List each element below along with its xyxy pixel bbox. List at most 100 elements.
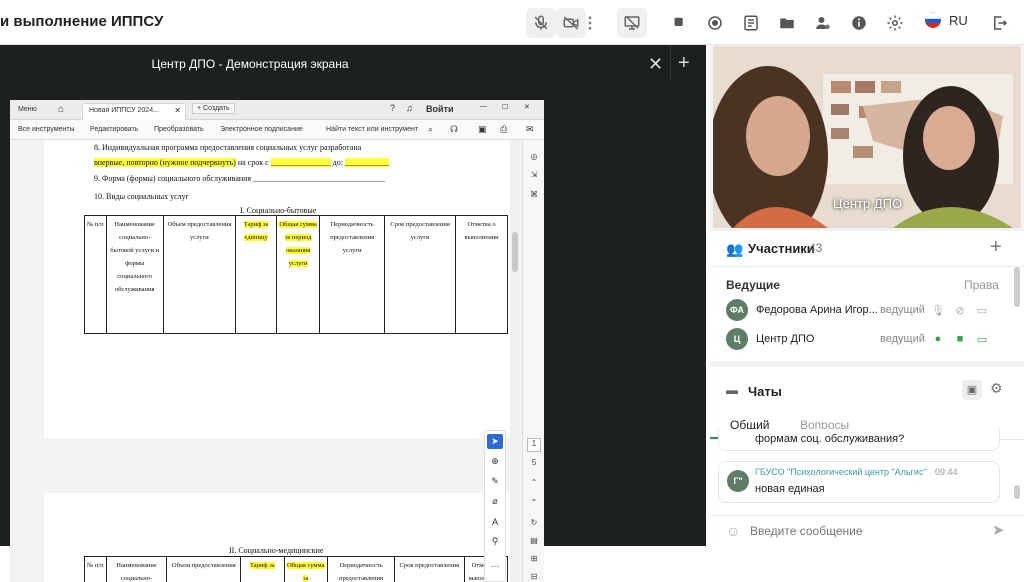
scroll-thumb[interactable] — [512, 232, 518, 272]
table-header-cell: Тариф за единицу — [236, 216, 277, 334]
item-8-term: на срок с — [236, 158, 271, 167]
table-header-cell: Наименование социально-бытовой услуги и … — [106, 216, 163, 334]
table-header-text: Тариф за — [250, 562, 275, 569]
pdf-titlebar: Меню ⌂ Новая ИППСУ 2024... ✕ + Создать ?… — [10, 100, 544, 120]
minimize-icon[interactable]: — — [480, 103, 487, 110]
participant-row[interactable]: Ц Центр ДПО ведущий ● ■ ▭ — [726, 328, 990, 350]
chat-message: Г" ГБУСО "Психологический центр "Альгис"… — [718, 461, 1000, 503]
stamp-icon[interactable]: ⚲ — [487, 534, 503, 549]
camera-on-icon[interactable]: ■ — [952, 331, 968, 347]
screen-share-off-icon — [623, 14, 641, 32]
files-button[interactable] — [772, 8, 802, 38]
language-label: RU — [949, 13, 968, 28]
rotate-icon[interactable]: ↻ — [527, 518, 541, 530]
headphones-icon[interactable]: ☊ — [450, 124, 458, 135]
table-header-cell: Наименование социально- — [106, 557, 167, 582]
tool-edit[interactable]: Редактировать — [90, 126, 138, 133]
menu-label[interactable]: Меню — [18, 106, 37, 113]
export-icon[interactable]: ⇲ — [527, 170, 541, 182]
search-icon[interactable]: ⌕ — [428, 124, 433, 135]
window-close-icon[interactable]: ✕ — [524, 103, 530, 111]
more-button[interactable] — [580, 8, 600, 38]
mail-icon[interactable]: ✉ — [526, 124, 534, 135]
table-header-cell: Срок предоставления — [395, 557, 464, 582]
tab-title: Новая ИППСУ 2024... — [89, 107, 159, 114]
mic-on-icon[interactable]: ● — [930, 331, 946, 347]
notes-icon — [742, 14, 760, 32]
pen-icon[interactable]: ✎ — [487, 474, 503, 489]
exit-button[interactable] — [985, 8, 1015, 38]
info-icon — [850, 14, 868, 32]
comment-icon[interactable]: ⊕ — [487, 454, 503, 469]
item-8-line1: 8. Индивидуальная программа предоставлен… — [94, 143, 361, 152]
item-8-end-blank: ___________ — [345, 158, 389, 167]
screen-on-icon[interactable]: ▭ — [974, 331, 990, 347]
text-icon[interactable]: A — [487, 514, 503, 529]
notes-button[interactable] — [736, 8, 766, 38]
page-down-icon[interactable]: ⌄ — [527, 494, 541, 506]
message-text: новая единая — [755, 483, 825, 495]
page-up-icon[interactable]: ⌃ — [527, 478, 541, 490]
camera-off-icon[interactable]: ⊘ — [952, 302, 968, 318]
services-table-2: № п/п Наименование социально- Объем пред… — [84, 556, 508, 582]
zoom-icon[interactable]: ⊞ — [527, 554, 541, 566]
table-row: № п/п Наименование социально-бытовой усл… — [85, 216, 508, 334]
send-icon[interactable]: ➤ — [992, 521, 1005, 539]
document-tab[interactable]: Новая ИППСУ 2024... ✕ — [82, 103, 186, 120]
record-icon — [706, 14, 724, 32]
table-header-cell: Объем предоставления — [167, 557, 241, 582]
zoom-out-icon[interactable]: ⊟ — [527, 572, 541, 582]
mic-off-icon[interactable]: 🎙 — [930, 302, 946, 318]
chat-input[interactable] — [750, 522, 980, 540]
table-header-cell: № п/п — [85, 557, 107, 582]
tool-esign[interactable]: Электронное подписание — [220, 126, 303, 133]
tool-convert[interactable]: Преобразовать — [154, 126, 204, 133]
mic-off-button[interactable] — [526, 8, 556, 38]
info-button[interactable] — [844, 8, 874, 38]
page-number[interactable]: 1 — [527, 438, 541, 452]
gear-icon[interactable]: ⚙ — [990, 380, 1003, 397]
signin-button[interactable]: Войти — [426, 104, 453, 114]
bell-icon[interactable]: ♫ — [406, 103, 413, 113]
table-header-cell: Периодичность предоставления услуги — [320, 216, 385, 334]
stop-button[interactable] — [664, 8, 694, 38]
search-tools[interactable]: Найти текст или инструмент — [326, 126, 418, 133]
table-header-cell: № п/п — [85, 216, 107, 334]
record-button[interactable] — [700, 8, 730, 38]
chat-settings-icon[interactable]: ▣ — [962, 380, 982, 400]
emoji-icon[interactable]: ☺ — [726, 523, 740, 539]
pdf-scrollbar[interactable] — [510, 140, 520, 582]
pdf-page-2: II. Социально-медицинские № п/п Наименов… — [44, 493, 510, 582]
help-icon[interactable]: ? — [390, 103, 395, 113]
cursor-icon[interactable]: ➤ — [487, 434, 503, 449]
language-selector[interactable]: RU — [925, 12, 968, 28]
chat-scrollbar[interactable] — [1014, 485, 1020, 499]
folder-icon — [778, 14, 796, 32]
users-settings-button[interactable] — [808, 8, 838, 38]
camera-off-icon — [562, 14, 580, 32]
fill-icon[interactable]: ⌘ — [527, 190, 541, 202]
eraser-icon[interactable]: ⌀ — [487, 494, 503, 509]
participant-row[interactable]: ФА Федорова Арина Игор... ведущий 🎙 ⊘ ▭ — [726, 299, 990, 321]
maximize-icon[interactable]: ☐ — [502, 103, 508, 111]
tab-close-icon[interactable]: ✕ — [174, 106, 181, 115]
save-icon[interactable]: ▣ — [478, 124, 487, 135]
screen-off-icon[interactable]: ▭ — [974, 302, 990, 318]
tool-all[interactable]: Все инструменты — [18, 126, 75, 133]
add-icon[interactable]: + — [678, 52, 690, 75]
settings-button[interactable] — [880, 8, 910, 38]
close-icon[interactable]: ✕ — [648, 54, 663, 75]
screen-share-button[interactable] — [617, 8, 647, 38]
hosts-section: Ведущие — [726, 278, 780, 292]
home-icon[interactable]: ⌂ — [58, 104, 64, 115]
message-author[interactable]: ГБУСО "Психологический центр "Альгис" — [755, 467, 927, 477]
comment-side-icon[interactable]: ◎ — [527, 152, 541, 164]
more-icon[interactable]: … — [487, 556, 503, 571]
participants-count: 43 — [809, 241, 822, 255]
doc-icon[interactable]: ▤ — [527, 536, 541, 548]
participants-scrollbar[interactable] — [1014, 267, 1020, 307]
add-participant-icon[interactable]: + — [990, 236, 1002, 259]
avatar: Г" — [727, 470, 749, 492]
print-icon[interactable]: ⎙ — [500, 124, 507, 135]
create-button[interactable]: + Создать — [192, 103, 235, 114]
